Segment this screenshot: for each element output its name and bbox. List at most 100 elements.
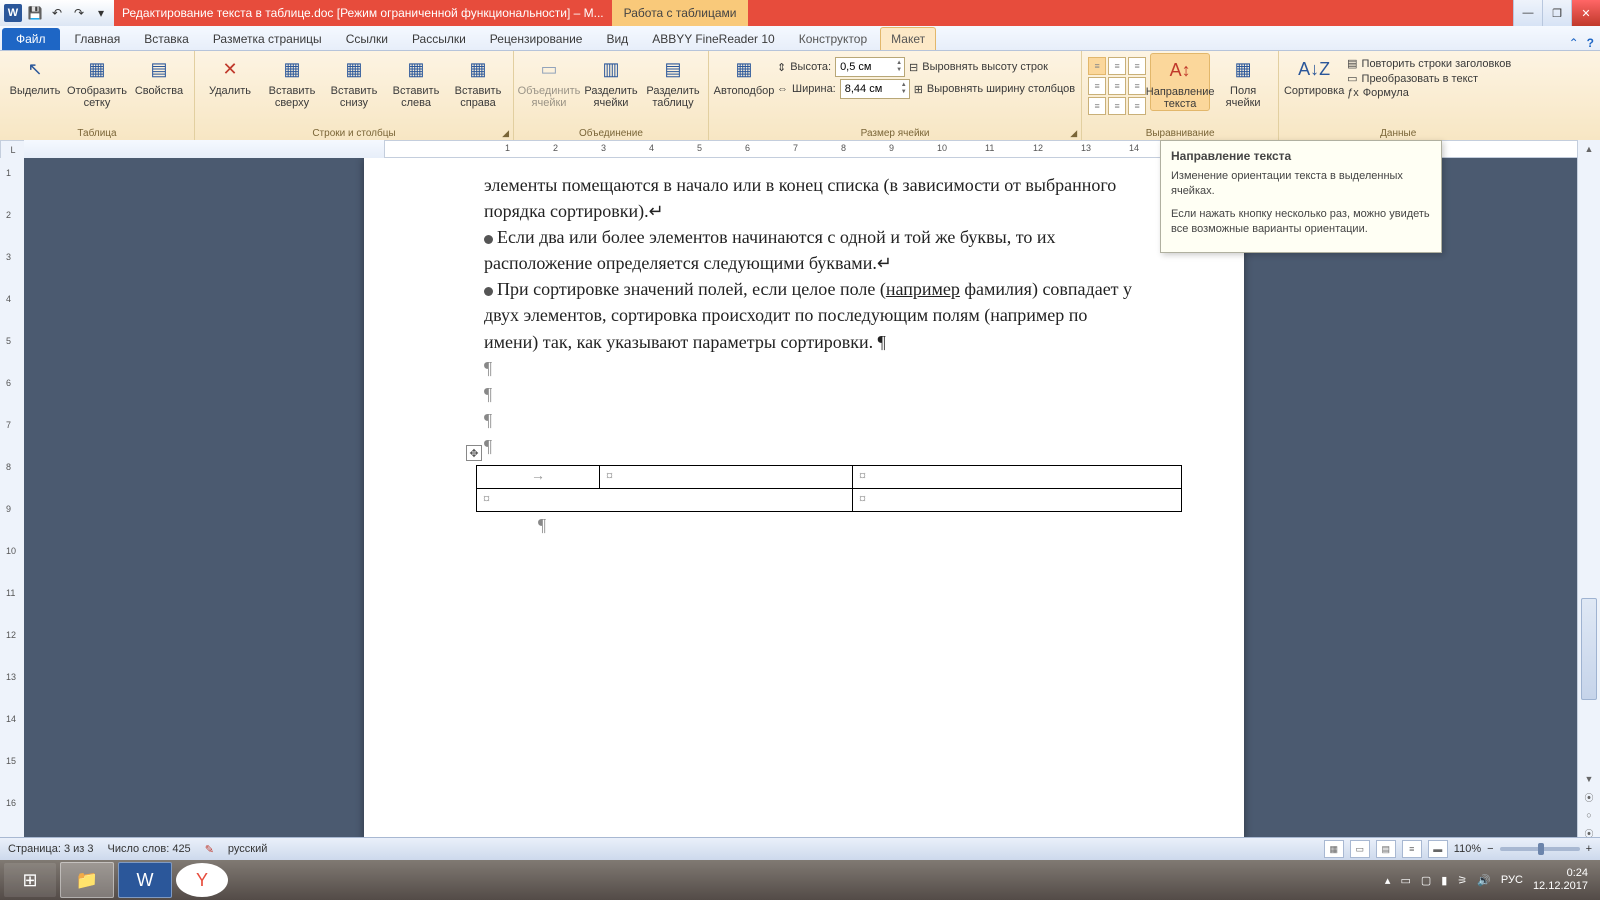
view-draft-icon[interactable]: ▬ [1428, 840, 1448, 858]
redo-icon[interactable]: ↷ [70, 4, 88, 22]
tab-review[interactable]: Рецензирование [479, 27, 594, 50]
rows-cols-dialog-launcher-icon[interactable]: ◢ [502, 128, 509, 139]
table-row[interactable]: ¤ ¤ [477, 489, 1182, 512]
view-web-icon[interactable]: ▤ [1376, 840, 1396, 858]
width-input[interactable] [841, 83, 899, 95]
align-bot-right[interactable]: ≡ [1128, 97, 1146, 115]
qat-customize-icon[interactable]: ▾ [92, 4, 110, 22]
cell-margins-button[interactable]: ▦Поля ячейки [1214, 53, 1272, 109]
align-top-center[interactable]: ≡ [1108, 57, 1126, 75]
start-button[interactable]: ⊞ [4, 863, 56, 897]
tab-table-layout[interactable]: Макет [880, 27, 936, 50]
scroll-up-icon[interactable]: ▲ [1578, 140, 1600, 158]
tab-references[interactable]: Ссылки [335, 27, 399, 50]
minimize-button[interactable]: — [1513, 0, 1542, 26]
merge-cells-button[interactable]: ▭Объединить ячейки [520, 53, 578, 109]
height-input[interactable] [836, 61, 894, 73]
paragraph-2[interactable]: Если два или более элементов начинаются … [484, 224, 1144, 276]
pilcrow-2[interactable]: ¶ [484, 381, 1144, 407]
task-explorer[interactable]: 📁 [60, 862, 114, 898]
table-cell[interactable]: ¤ [477, 489, 853, 512]
sort-button[interactable]: A↓ZСортировка [1285, 53, 1343, 97]
tray-volume-icon[interactable]: 🔊 [1477, 874, 1491, 887]
repeat-header-button[interactable]: Повторить строки заголовков [1362, 58, 1512, 70]
pilcrow-3[interactable]: ¶ [484, 407, 1144, 433]
align-top-left[interactable]: ≡ [1088, 57, 1106, 75]
table-cell[interactable]: ¤ [853, 489, 1182, 512]
scroll-down-icon[interactable]: ▼ [1578, 770, 1600, 788]
insert-left-button[interactable]: ▦Вставить слева [387, 53, 445, 109]
insert-above-button[interactable]: ▦Вставить сверху [263, 53, 321, 109]
view-full-screen-icon[interactable]: ▭ [1350, 840, 1370, 858]
align-mid-center[interactable]: ≡ [1108, 77, 1126, 95]
properties-button[interactable]: ▤Свойства [130, 53, 188, 97]
text-direction-button[interactable]: A↕Направление текста [1150, 53, 1210, 111]
page[interactable]: элементы помещаются в начало или в конец… [364, 158, 1244, 842]
pilcrow-1[interactable]: ¶ [484, 355, 1144, 381]
tab-page-layout[interactable]: Разметка страницы [202, 27, 333, 50]
distribute-cols-button[interactable]: Выровнять ширину столбцов [927, 83, 1075, 95]
pilcrow-4[interactable]: ¶ [484, 433, 1144, 459]
table-move-handle-icon[interactable]: ✥ [466, 445, 482, 461]
pilcrow-after-table[interactable]: ¶ [538, 512, 1144, 538]
align-top-right[interactable]: ≡ [1128, 57, 1146, 75]
tray-clock[interactable]: 0:24 12.12.2017 [1533, 867, 1588, 893]
distribute-rows-button[interactable]: Выровнять высоту строк [922, 61, 1048, 73]
scroll-track[interactable] [1578, 158, 1600, 770]
document-table[interactable]: → ¤ ¤ ¤ ¤ [476, 465, 1182, 512]
delete-button[interactable]: ✕Удалить [201, 53, 259, 97]
zoom-out-icon[interactable]: − [1487, 843, 1493, 855]
view-outline-icon[interactable]: ≡ [1402, 840, 1422, 858]
vertical-scrollbar[interactable]: ▲ ▼ ⦿ ○ ⦿ [1577, 140, 1600, 842]
restore-button[interactable]: ❐ [1542, 0, 1571, 26]
tray-action-center-icon[interactable]: ▭ [1400, 874, 1410, 887]
save-icon[interactable]: 💾 [26, 4, 44, 22]
help-icon[interactable]: ? [1587, 36, 1594, 50]
tab-file[interactable]: Файл [2, 28, 60, 50]
tab-mailings[interactable]: Рассылки [401, 27, 477, 50]
insert-below-button[interactable]: ▦Вставить снизу [325, 53, 383, 109]
zoom-in-icon[interactable]: + [1586, 843, 1592, 855]
width-spinner[interactable]: ▲▼ [840, 79, 910, 99]
close-button[interactable]: ✕ [1571, 0, 1600, 26]
status-word-count[interactable]: Число слов: 425 [108, 843, 191, 855]
table-cell[interactable]: → [477, 466, 600, 489]
paragraph-1[interactable]: элементы помещаются в начало или в конец… [484, 172, 1144, 224]
table-cell[interactable]: ¤ [600, 466, 853, 489]
insert-right-button[interactable]: ▦Вставить справа [449, 53, 507, 109]
select-button[interactable]: ↖Выделить [6, 53, 64, 97]
tab-table-design[interactable]: Конструктор [788, 27, 878, 50]
show-gridlines-button[interactable]: ▦Отобразить сетку [68, 53, 126, 109]
document-content[interactable]: элементы помещаются в начало или в конец… [484, 172, 1144, 538]
paragraph-3[interactable]: При сортировке значений полей, если цело… [484, 276, 1144, 354]
tab-insert[interactable]: Вставка [133, 27, 200, 50]
ruler-corner[interactable]: L [0, 140, 26, 160]
tray-network-icon[interactable]: ⚞ [1457, 874, 1467, 887]
tab-home[interactable]: Главная [64, 27, 132, 50]
align-bot-center[interactable]: ≡ [1108, 97, 1126, 115]
undo-icon[interactable]: ↶ [48, 4, 66, 22]
proofing-icon[interactable]: ✎ [205, 843, 214, 856]
align-mid-right[interactable]: ≡ [1128, 77, 1146, 95]
zoom-knob[interactable] [1538, 843, 1544, 855]
tray-tablet-icon[interactable]: ▢ [1421, 874, 1431, 887]
tray-battery-icon[interactable]: ▮ [1441, 874, 1447, 887]
align-mid-left[interactable]: ≡ [1088, 77, 1106, 95]
tray-language[interactable]: РУС [1501, 874, 1523, 886]
tray-overflow-icon[interactable]: ▴ [1385, 874, 1391, 887]
status-language[interactable]: русский [228, 843, 267, 855]
split-table-button[interactable]: ▤Разделить таблицу [644, 53, 702, 109]
minimize-ribbon-icon[interactable]: ⌃ [1569, 36, 1579, 50]
browse-object-icon[interactable]: ○ [1578, 806, 1600, 824]
table-cell[interactable]: ¤ [853, 466, 1182, 489]
height-spinner[interactable]: ▲▼ [835, 57, 905, 77]
split-cells-button[interactable]: ▥Разделить ячейки [582, 53, 640, 109]
cell-size-dialog-launcher-icon[interactable]: ◢ [1070, 128, 1077, 139]
autofit-button[interactable]: ▦Автоподбор [715, 53, 773, 97]
status-page[interactable]: Страница: 3 из 3 [8, 843, 94, 855]
convert-to-text-button[interactable]: Преобразовать в текст [1362, 73, 1479, 85]
view-print-layout-icon[interactable]: ▦ [1324, 840, 1344, 858]
tab-view[interactable]: Вид [595, 27, 639, 50]
task-yandex-browser[interactable]: Y [176, 863, 228, 897]
vertical-ruler[interactable]: 12345678910111213141516 [0, 158, 25, 842]
